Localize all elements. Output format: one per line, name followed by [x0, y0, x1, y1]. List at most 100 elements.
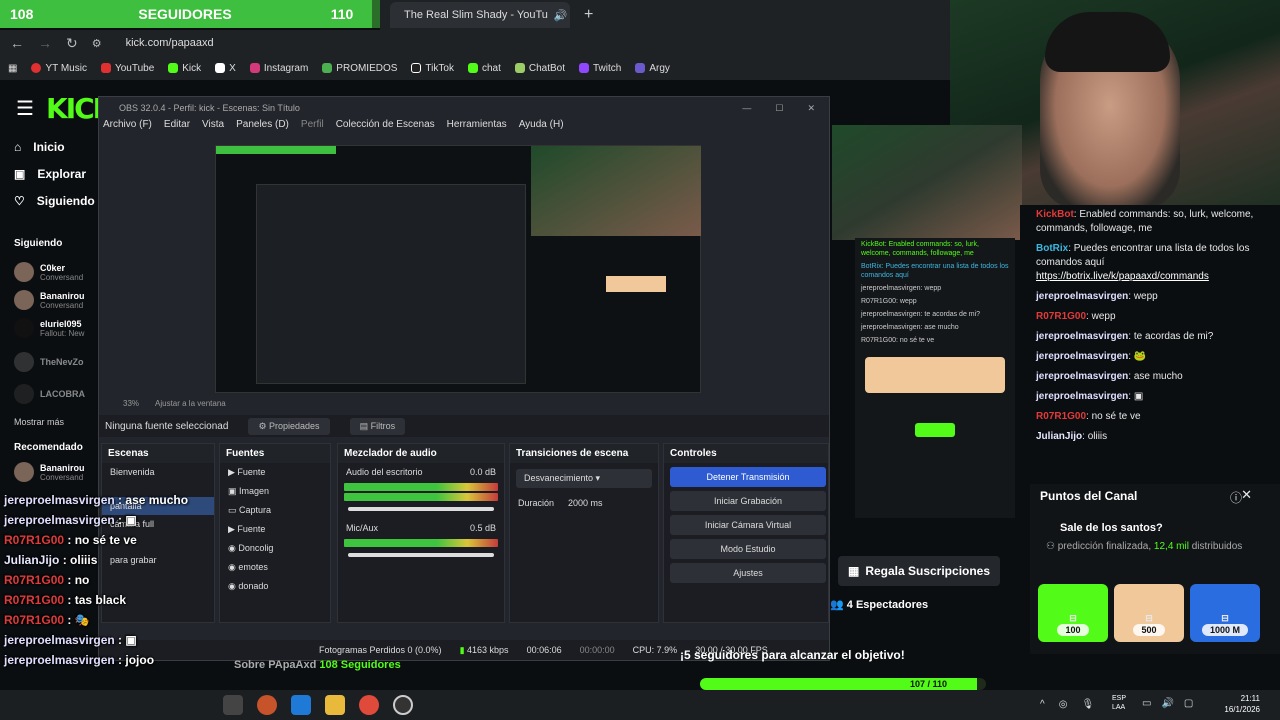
folder-icon[interactable] — [325, 695, 345, 715]
following-item[interactable]: eluriel095 Fallout: New — [14, 318, 84, 338]
dropped-frames: Fotogramas Perdidos 0 (0.0%) — [319, 645, 442, 655]
menu-editar[interactable]: Editar — [164, 119, 190, 130]
bookmark-youtube[interactable]: YouTube — [100, 63, 154, 74]
preview-toolbar: 33% Ajustar a la ventana — [99, 399, 829, 413]
points-option[interactable]: ⊟ 1000 M — [1190, 584, 1260, 642]
reload-icon[interactable]: ↻ — [66, 35, 78, 52]
scenes-title: Escenas — [102, 444, 214, 463]
menu-herramientas[interactable]: Herramientas — [447, 119, 507, 130]
following-item[interactable]: LACOBRA — [14, 384, 85, 404]
following-item[interactable]: Bananirou Conversand — [14, 290, 85, 310]
tray-chevron-icon[interactable]: ^ — [1040, 699, 1045, 710]
start-virtual-camera-button[interactable]: Iniciar Cámara Virtual — [670, 515, 826, 535]
chat-message: JulianJijo: oliiis — [1036, 431, 1108, 442]
recommended-item[interactable]: Bananirou Conversand — [14, 462, 85, 482]
speaker-icon[interactable]: 🔊 — [554, 9, 568, 22]
source-item[interactable]: ◉ emotes — [220, 558, 330, 577]
transition-select[interactable]: Desvanecimiento ▾ — [516, 469, 652, 488]
clock[interactable]: 21:11 16/1/2026 — [1224, 693, 1260, 715]
bookmark-kick[interactable]: Kick — [168, 63, 201, 74]
obs-preview-canvas[interactable] — [215, 145, 701, 393]
menu-ayuda[interactable]: Ayuda (H) — [519, 119, 564, 130]
bookmark-x[interactable]: X — [215, 63, 236, 74]
bookmark-twitch[interactable]: Twitch — [579, 63, 621, 74]
gift-icon: ⊟ — [1069, 613, 1077, 623]
bookmark-tiktok[interactable]: TikTok — [411, 63, 454, 74]
home-icon: ⌂ — [14, 140, 22, 154]
settings-button[interactable]: Ajustes — [670, 563, 826, 583]
source-item[interactable]: ▣ Imagen — [220, 482, 330, 501]
forward-icon[interactable]: → — [38, 35, 52, 51]
fit-to-window[interactable]: Ajustar a la ventana — [155, 399, 226, 413]
site-info-icon[interactable]: ⚙ — [92, 37, 102, 50]
maximize-icon[interactable]: ☐ — [775, 103, 783, 114]
address-bar: ← → ↻ ⚙ kick.com/papaaxd — [0, 30, 950, 56]
url-field[interactable]: kick.com/papaaxd — [126, 37, 214, 49]
avatar — [14, 318, 34, 338]
minimize-icon[interactable]: — — [742, 103, 751, 114]
stop-stream-button[interactable]: Detener Transmisión — [670, 467, 826, 487]
menu-coleccion[interactable]: Colección de Escenas — [336, 119, 435, 130]
source-item[interactable]: ▶ Fuente — [220, 463, 330, 482]
bookmark-instagram[interactable]: Instagram — [249, 63, 308, 74]
webcam-headset — [1045, 12, 1170, 72]
close-icon[interactable]: ✕ — [807, 103, 815, 114]
start-recording-button[interactable]: Iniciar Grabación — [670, 491, 826, 511]
source-item[interactable]: ◉ donado — [220, 577, 330, 596]
source-item[interactable]: ◉ Doncolig — [220, 539, 330, 558]
duration-input[interactable]: 2000 ms — [568, 498, 603, 508]
following-item[interactable]: TheNevZo — [14, 352, 84, 372]
overlay-message: jereproelmasvirgen : ase mucho — [4, 493, 189, 507]
volume-slider[interactable] — [348, 507, 494, 511]
scene-item[interactable]: Bienvenida — [102, 463, 214, 481]
gift-subs-button[interactable]: ▦ Regala Suscripciones — [838, 556, 1000, 586]
copilot-icon[interactable] — [257, 695, 277, 715]
back-icon[interactable]: ← — [10, 35, 24, 51]
nav-inicio[interactable]: ⌂ Inicio — [14, 140, 65, 154]
language-indicator[interactable]: ESP LAA — [1112, 694, 1126, 712]
filters-button[interactable]: ▤ Filtros — [349, 417, 406, 435]
mic-icon[interactable]: 🎙 — [1081, 699, 1094, 710]
chrome-icon[interactable] — [359, 695, 379, 715]
task-view-icon[interactable] — [223, 695, 243, 715]
viewer-count: 👥 4 Espectadores — [830, 599, 929, 611]
bookmark-promiedos[interactable]: PROMIEDOS — [322, 63, 397, 74]
apps-grid-icon[interactable]: ▦ — [8, 63, 17, 74]
close-icon[interactable]: ✕ — [1241, 487, 1252, 503]
edge-icon[interactable] — [291, 695, 311, 715]
browser-tab[interactable]: The Real Slim Shady - YouTu 🔊 ✕ — [390, 2, 570, 28]
avatar — [14, 462, 34, 482]
avatar — [14, 262, 34, 282]
chat-message: jereproelmasvirgen: 🐸 — [1036, 351, 1147, 362]
battery-icon[interactable]: ▢ — [1184, 698, 1193, 709]
bookmark-chatbot[interactable]: ChatBot — [514, 63, 565, 74]
bookmark-chat[interactable]: chat — [467, 63, 501, 74]
nav-siguiendo[interactable]: ♡ Siguiendo — [14, 194, 95, 208]
source-item[interactable]: ▶ Fuente — [220, 520, 330, 539]
menu-archivo[interactable]: Archivo (F) — [103, 119, 152, 130]
properties-button[interactable]: ⚙ Propiedades — [248, 417, 330, 435]
menu-perfil[interactable]: Perfil — [301, 119, 324, 130]
duration-row: Duración 2000 ms — [518, 498, 603, 508]
prediction-question: Sale de los santos? — [1060, 522, 1163, 534]
taskbar: ^ ◎ 🎙 ESP LAA ▭ 🔊 ▢ 21:11 16/1/2026 — [0, 690, 1280, 720]
source-item[interactable]: ▭ Captura — [220, 501, 330, 520]
new-tab-icon[interactable]: + — [584, 6, 593, 24]
commands-link[interactable]: https://botrix.live/k/papaaxd/commands — [1036, 271, 1209, 282]
volume-slider[interactable] — [348, 553, 494, 557]
network-icon[interactable]: ▭ — [1142, 698, 1151, 709]
points-option[interactable]: ⊟ 100 — [1038, 584, 1108, 642]
studio-mode-button[interactable]: Modo Estudio — [670, 539, 826, 559]
obs-icon[interactable] — [393, 695, 413, 715]
volume-icon[interactable]: 🔊 — [1161, 698, 1173, 709]
tray-app-icon[interactable]: ◎ — [1059, 699, 1068, 710]
following-item[interactable]: C0ker Conversand — [14, 262, 83, 282]
nav-explorar[interactable]: ▣ Explorar — [14, 167, 86, 181]
menu-paneles[interactable]: Paneles (D) — [236, 119, 289, 130]
bookmark-yt-music[interactable]: YT Music — [31, 63, 87, 74]
show-more-link[interactable]: Mostrar más — [14, 417, 64, 427]
menu-vista[interactable]: Vista — [202, 119, 224, 130]
hamburger-menu-icon[interactable]: ☰ — [16, 96, 34, 121]
bookmark-argy[interactable]: Argy — [635, 63, 670, 74]
points-option[interactable]: ⊟ 500 — [1114, 584, 1184, 642]
